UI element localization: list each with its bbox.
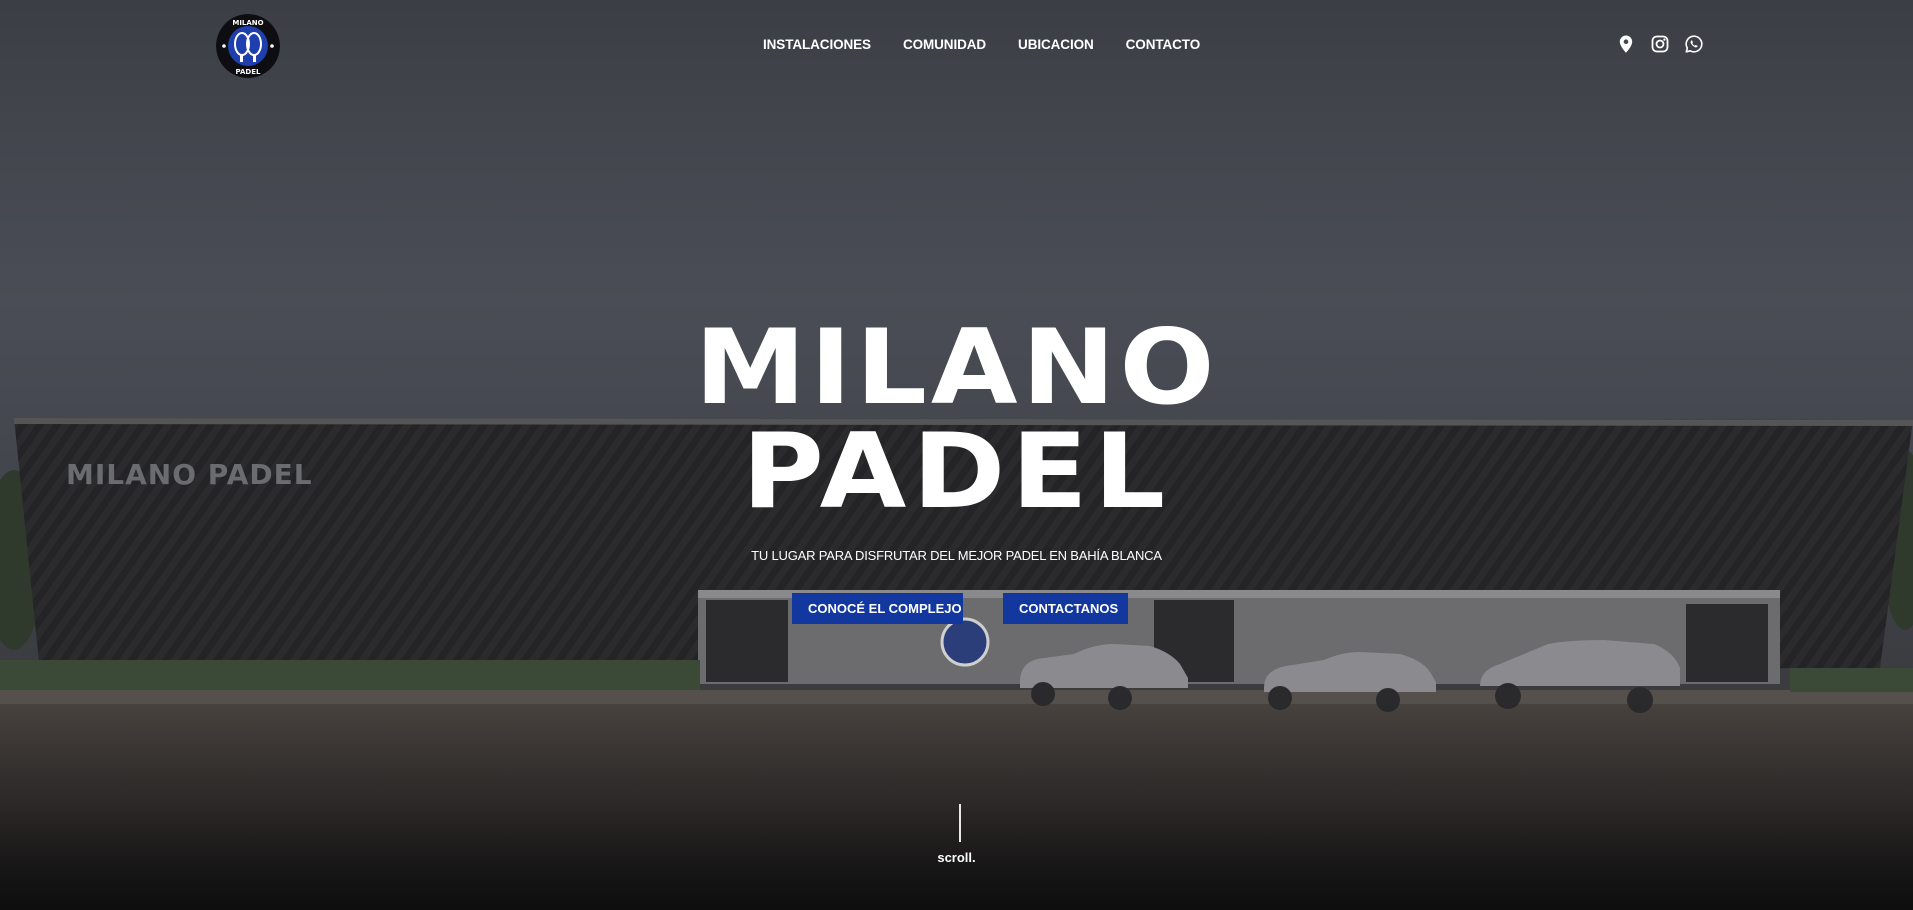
brand-logo[interactable]: MILANO PADEL — [216, 14, 280, 78]
hero-section: MILANO PADEL MILANO PADEL INSTALACIONES … — [0, 0, 1913, 910]
scroll-indicator-label[interactable]: scroll. — [0, 850, 1913, 865]
whatsapp-icon[interactable] — [1684, 34, 1704, 54]
svg-text:PADEL: PADEL — [236, 68, 261, 76]
site-header: MILANO PADEL INSTALACIONES COMUNIDAD UBI… — [0, 0, 1913, 92]
nav-item-comunidad[interactable]: COMUNIDAD — [903, 37, 986, 52]
nav-item-ubicacion[interactable]: UBICACION — [1018, 37, 1094, 52]
social-links — [1616, 34, 1704, 54]
hero-title-line-2: PADEL — [741, 412, 1172, 532]
hero-title-line-1: MILANO — [694, 308, 1219, 428]
hero-tagline: TU LUGAR PARA DISFRUTAR DEL MEJOR PADEL … — [751, 548, 1162, 563]
contactanos-button[interactable]: CONTACTANOS — [1003, 593, 1128, 624]
map-pin-icon[interactable] — [1616, 34, 1636, 54]
hero-title: MILANO PADEL — [0, 312, 1913, 528]
nav-item-instalaciones[interactable]: INSTALACIONES — [763, 37, 871, 52]
instagram-icon[interactable] — [1650, 34, 1670, 54]
conoce-el-complejo-button[interactable]: CONOCÉ EL COMPLEJO — [792, 593, 963, 624]
scroll-indicator-line — [959, 804, 961, 842]
main-nav: INSTALACIONES COMUNIDAD UBICACION CONTAC… — [763, 37, 1200, 52]
milano-padel-logo-icon: MILANO PADEL — [216, 14, 280, 78]
svg-text:MILANO: MILANO — [232, 19, 263, 27]
nav-item-contacto[interactable]: CONTACTO — [1126, 37, 1201, 52]
